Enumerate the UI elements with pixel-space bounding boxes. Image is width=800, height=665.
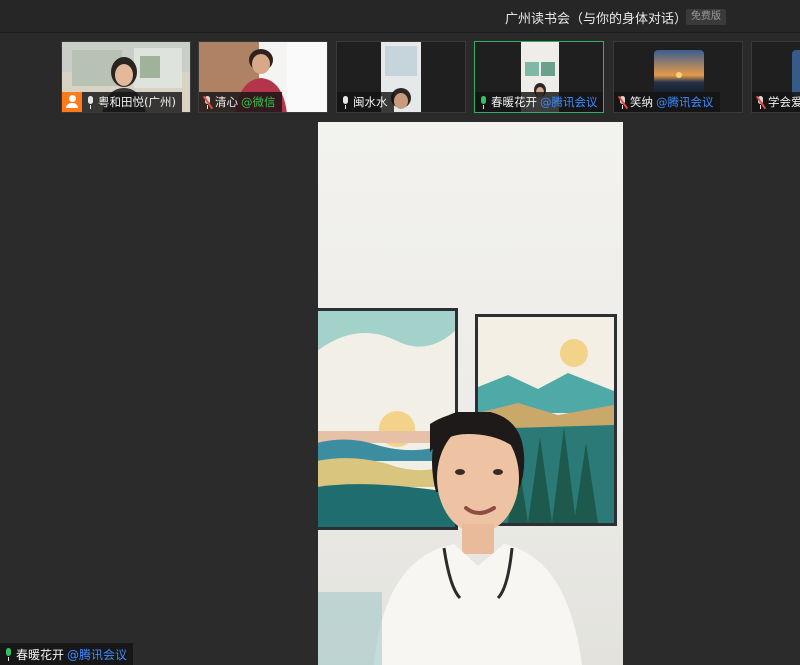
speaker-name: 春暖花开 — [16, 647, 65, 662]
participant-name: 春暖花开 — [491, 95, 537, 109]
participant-tile[interactable]: 学会爱 — [751, 41, 800, 113]
sofa — [318, 592, 382, 665]
name-tag: 学会爱 — [752, 92, 800, 112]
participant-tile[interactable]: 粤和田悦(广州) — [61, 41, 191, 113]
speaker-source: @腾讯会议 — [67, 647, 128, 662]
participant-strip[interactable]: 粤和田悦(广州) 清心 @微信 闽水水 春暖花开 @腾讯会议 笑纳 @腾讯会议 … — [0, 34, 800, 120]
microphone-speaking-icon[interactable] — [479, 95, 488, 109]
edition-badge[interactable]: 免费版 — [686, 9, 726, 25]
name-tag: 春暖花开 @腾讯会议 — [475, 92, 603, 112]
microphone-muted-icon[interactable] — [202, 95, 214, 109]
participant-source: @微信 — [241, 95, 276, 109]
microphone-muted-icon[interactable] — [755, 95, 767, 109]
host-icon — [62, 92, 82, 112]
participant-tile[interactable]: 清心 @微信 — [198, 41, 328, 113]
name-tag: 笑纳 @腾讯会议 — [614, 92, 720, 112]
title-bar: 广州读书会（与你的身体对话） 免费版 — [0, 0, 800, 33]
participant-source: @腾讯会议 — [656, 95, 714, 109]
name-tag: 粤和田悦(广州) — [82, 92, 182, 112]
participant-source: @腾讯会议 — [540, 95, 598, 109]
name-tag: 清心 @微信 — [199, 92, 282, 112]
microphone-icon[interactable] — [86, 95, 95, 109]
microphone-icon[interactable] — [341, 95, 350, 109]
main-speaker-video[interactable] — [318, 122, 623, 665]
meeting-title: 广州读书会（与你的身体对话） — [505, 12, 688, 27]
participant-name: 学会爱 — [768, 95, 800, 109]
participant-tile[interactable]: 笑纳 @腾讯会议 — [613, 41, 743, 113]
participant-name: 清心 — [215, 95, 238, 109]
participant-name: 粤和田悦(广州) — [98, 95, 176, 109]
name-tag: 闽水水 — [337, 92, 394, 112]
participant-name: 闽水水 — [353, 95, 388, 109]
participant-tile[interactable]: 闽水水 — [336, 41, 466, 113]
participant-name: 笑纳 — [630, 95, 653, 109]
participant-tile-active[interactable]: 春暖花开 @腾讯会议 — [474, 41, 604, 113]
microphone-speaking-icon[interactable] — [4, 647, 13, 661]
microphone-muted-icon[interactable] — [617, 95, 629, 109]
active-speaker-tag: 春暖花开 @腾讯会议 — [0, 643, 134, 665]
